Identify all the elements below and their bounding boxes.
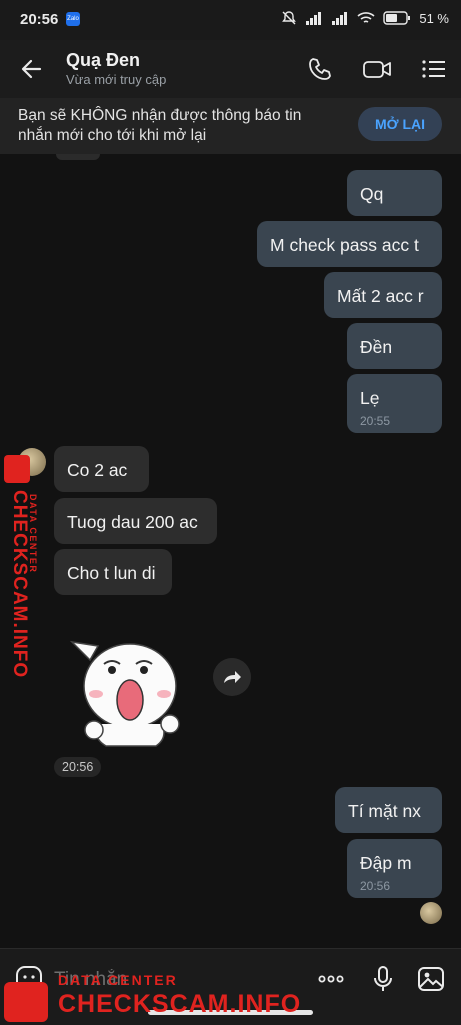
watermark-lock-icon-bottom — [4, 982, 48, 1022]
chat-area[interactable]: Qq M check pass acc t Mất 2 acc r Đền Lẹ… — [0, 154, 461, 948]
status-bar: 20:56 Zalo 51 % — [0, 0, 461, 40]
status-time: 20:56 — [20, 11, 59, 28]
video-call-icon[interactable] — [362, 55, 392, 83]
wifi-icon — [357, 12, 375, 23]
mute-notice-text: Bạn sẽ KHÔNG nhận được thông báo tin nhắ… — [18, 107, 302, 144]
message-text: Qq — [360, 184, 384, 204]
watermark-lock-icon — [4, 455, 30, 483]
message-bubble[interactable]: Tuog dau 200 ac — [54, 498, 217, 544]
message-text: Mất 2 acc r — [337, 286, 424, 306]
message-bubble[interactable]: Đền — [347, 323, 442, 369]
microphone-icon[interactable] — [368, 964, 398, 994]
message-text: Tí mặt nx — [348, 801, 421, 821]
message-bubble[interactable]: Co 2 ac — [54, 446, 149, 492]
chat-header: Quạ Đen Vừa mới truy cập — [0, 40, 461, 98]
battery-icon — [383, 11, 411, 25]
message-text: Co 2 ac — [67, 460, 128, 480]
contact-status: Vừa mới truy cập — [66, 72, 167, 87]
message-text: Đập m — [360, 853, 412, 873]
watermark-bottom-sub: DATA CENTER — [58, 972, 178, 988]
signal-icon-2 — [332, 12, 348, 25]
image-icon[interactable] — [416, 964, 446, 994]
message-text: Tuog dau 200 ac — [67, 512, 198, 532]
message-bubble[interactable]: Tí mặt nx — [335, 787, 442, 833]
message-bubble[interactable]: Lẹ 20:55 — [347, 374, 442, 433]
message-text: Đền — [360, 337, 393, 357]
seen-avatar — [420, 902, 442, 924]
watermark-vertical: CHECKSCAM.INFO — [9, 490, 30, 679]
status-icons: 51 % — [281, 10, 449, 26]
contact-name[interactable]: Quạ Đen — [66, 50, 140, 71]
share-icon[interactable] — [213, 658, 251, 696]
mute-notice-banner: Bạn sẽ KHÔNG nhận được thông báo tin nhắ… — [0, 98, 461, 154]
message-text: M check pass acc t — [270, 235, 419, 255]
message-bubble[interactable]: M check pass acc t — [257, 221, 442, 267]
message-bubble[interactable]: Mất 2 acc r — [324, 272, 442, 318]
back-arrow-icon[interactable] — [18, 55, 46, 83]
bell-muted-icon — [282, 11, 297, 25]
signal-icon — [306, 12, 322, 25]
menu-icon[interactable] — [420, 55, 448, 83]
sticker-image[interactable] — [64, 620, 192, 756]
message-time: 20:55 — [360, 414, 391, 428]
reopen-button[interactable]: MỞ LẠI — [358, 107, 442, 141]
message-text: Lẹ — [360, 388, 380, 408]
watermark-vertical-sub: DATA CENTER — [28, 494, 38, 574]
message-text: Cho t lun di — [67, 563, 156, 583]
phone-icon[interactable] — [306, 55, 334, 83]
zalo-app-icon: Zalo — [66, 12, 80, 26]
battery-percent: 51 % — [419, 10, 449, 26]
message-bubble[interactable]: Cho t lun di — [54, 549, 172, 595]
message-time: 20:56 — [360, 879, 391, 893]
message-bubble[interactable]: Đập m 20:56 — [347, 839, 442, 898]
message-bubble[interactable]: Qq — [347, 170, 442, 216]
previous-message-stub — [56, 154, 100, 160]
more-icon[interactable] — [316, 964, 346, 994]
message-time: 20:56 — [54, 757, 102, 777]
watermark-bottom: CHECKSCAM.INFO — [58, 990, 302, 1018]
